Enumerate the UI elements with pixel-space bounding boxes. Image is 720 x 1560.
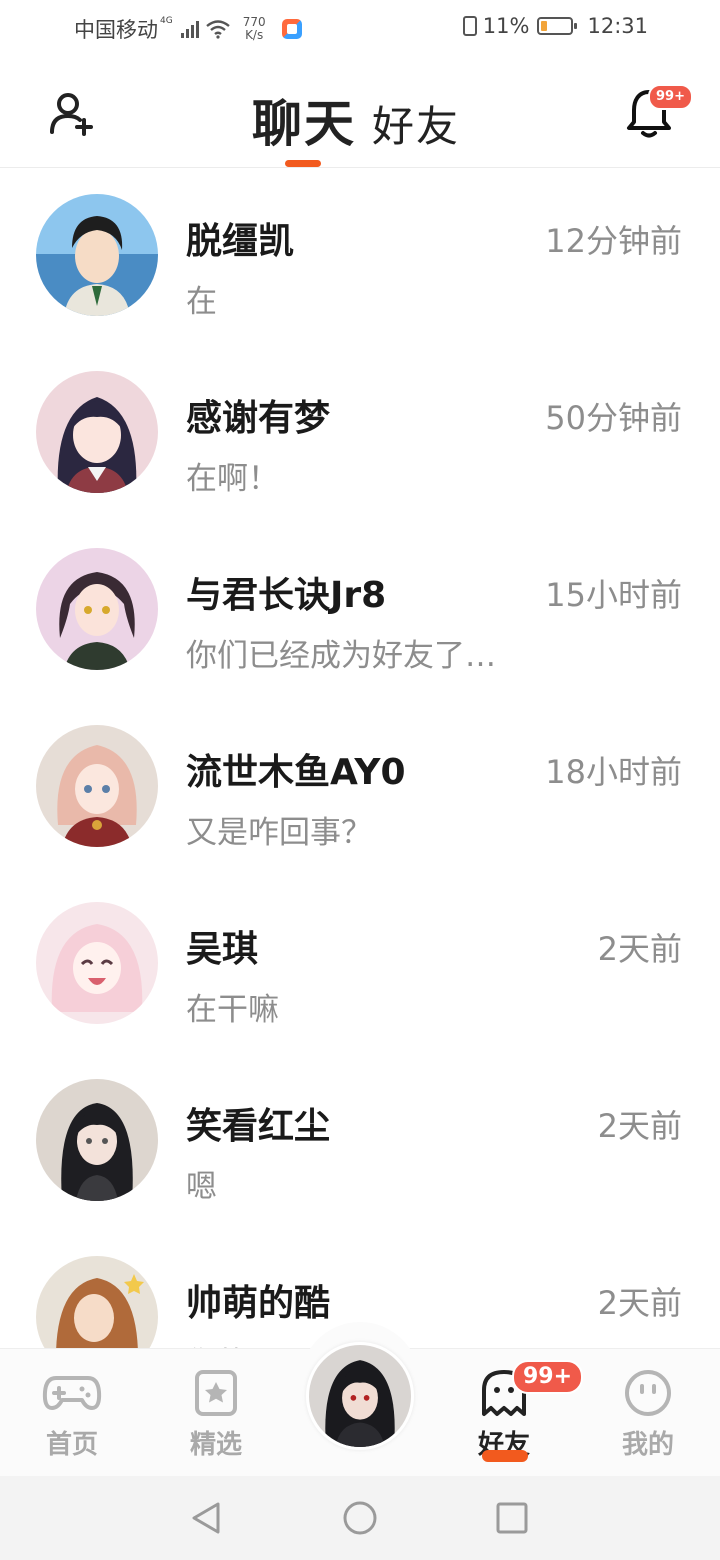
- chat-name: 流世木鱼AY0: [186, 752, 406, 793]
- nav-home[interactable]: 首页: [22, 1368, 122, 1461]
- net-speed: 770 K/s: [243, 16, 266, 42]
- chat-time: 12分钟前: [545, 222, 682, 260]
- notification-badge: 99+: [648, 84, 693, 110]
- wifi-icon: [205, 20, 230, 39]
- tab-chat[interactable]: 聊天: [252, 84, 356, 156]
- battery-icon: [537, 17, 578, 35]
- chat-last-message: 在啊！: [186, 461, 279, 497]
- status-right: 11% 12:31: [462, 14, 648, 38]
- avatar: [36, 1079, 158, 1201]
- chat-time: 2天前: [597, 1107, 682, 1145]
- chat-time: 2天前: [597, 1284, 682, 1322]
- star-bookmark-icon: [195, 1370, 237, 1416]
- app-notification-icon: [281, 19, 302, 39]
- chat-time: 18小时前: [545, 753, 682, 791]
- add-friend-icon[interactable]: [48, 90, 96, 138]
- chat-item[interactable]: 与君长诀Jr8 你们已经成为好友了… 15小时前: [0, 522, 720, 699]
- tab-friends[interactable]: 好友: [372, 93, 460, 154]
- avatar: [36, 371, 158, 493]
- chat-item[interactable]: 吴琪 在干嘛 2天前: [0, 876, 720, 1053]
- nav-me-label: 我的: [621, 1430, 674, 1460]
- top-header: 聊天 好友 99+: [0, 56, 720, 168]
- chat-item[interactable]: 脱缰凯 在 12分钟前: [0, 168, 720, 345]
- chat-item[interactable]: 笑看红尘 嗯 2天前: [0, 1053, 720, 1230]
- chat-last-message: 在: [186, 284, 217, 320]
- chat-list: 脱缰凯 在 12分钟前 感谢有梦 在啊！ 50分钟前 与君长诀Jr8 你们已经成…: [0, 168, 720, 1407]
- smiley-face-icon: [625, 1370, 671, 1416]
- chat-name: 帅萌的酷: [186, 1283, 331, 1324]
- header-tabs: 聊天 好友: [252, 84, 460, 156]
- chat-last-message: 你们已经成为好友了…: [186, 638, 496, 674]
- status-left: 中国移动 4G 770 K/s: [74, 14, 302, 44]
- friends-badge: 99+: [512, 1360, 584, 1394]
- signal-icon: [180, 20, 199, 38]
- nav-center-avatar[interactable]: [306, 1342, 414, 1450]
- nav-featured-label: 精选: [189, 1430, 242, 1460]
- speed-value: 770: [242, 15, 266, 29]
- chat-last-message: 又是咋回事？: [186, 815, 372, 851]
- speed-unit: K/s: [245, 28, 264, 42]
- chat-name: 脱缰凯: [186, 221, 295, 262]
- avatar: [36, 725, 158, 847]
- avatar: [36, 548, 158, 670]
- nav-me[interactable]: 我的: [598, 1368, 698, 1461]
- tab-indicator: [285, 160, 321, 167]
- chat-time: 50分钟前: [545, 399, 682, 437]
- chat-time: 2天前: [597, 930, 682, 968]
- chat-name: 吴琪: [186, 929, 259, 970]
- nav-featured[interactable]: 精选: [166, 1368, 266, 1461]
- system-nav-bar: [0, 1476, 720, 1560]
- chat-item[interactable]: 感谢有梦 在啊！ 50分钟前: [0, 345, 720, 522]
- avatar: [36, 194, 158, 316]
- vibrate-icon: [462, 16, 477, 36]
- chat-item[interactable]: 流世木鱼AY0 又是咋回事？ 18小时前: [0, 699, 720, 876]
- chat-name: 感谢有梦: [186, 398, 331, 439]
- chat-name: 笑看红尘: [186, 1106, 331, 1147]
- clock: 12:31: [587, 14, 648, 38]
- chat-time: 15小时前: [545, 576, 682, 614]
- battery-percent: 11%: [482, 14, 530, 38]
- chat-last-message: 嗯: [186, 1169, 217, 1205]
- chat-last-message: 在干嘛: [186, 992, 279, 1028]
- back-icon[interactable]: [188, 1500, 224, 1536]
- status-bar: 中国移动 4G 770 K/s 11% 12:31: [0, 0, 720, 56]
- recent-apps-icon[interactable]: [494, 1500, 530, 1536]
- network-type: 4G: [160, 16, 173, 26]
- home-circle-icon[interactable]: [342, 1500, 378, 1536]
- avatar: [36, 902, 158, 1024]
- gamepad-icon: [42, 1376, 102, 1410]
- nav-active-indicator: [482, 1450, 528, 1462]
- nav-home-label: 首页: [45, 1430, 98, 1460]
- carrier-label: 中国移动: [74, 18, 158, 42]
- chat-name: 与君长诀Jr8: [186, 575, 387, 616]
